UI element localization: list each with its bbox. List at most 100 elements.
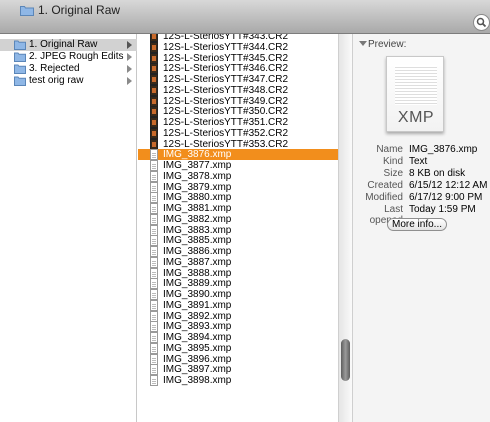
document-file-icon xyxy=(150,181,158,193)
raw-image-file-icon xyxy=(150,106,158,118)
info-key: Kind xyxy=(382,156,403,167)
sidebar-item[interactable]: 1. Original Raw xyxy=(0,39,137,51)
file-name: 12S-L-SteriosYTT#353.CR2 xyxy=(163,138,289,150)
chevron-right-icon xyxy=(127,77,132,85)
document-file-icon xyxy=(150,267,158,279)
document-file-icon xyxy=(150,299,158,311)
sidebar-item-label: 3. Rejected xyxy=(29,63,80,74)
file-row[interactable]: IMG_3877.xmp xyxy=(138,160,338,171)
search-icon[interactable] xyxy=(473,14,490,31)
document-file-icon xyxy=(150,375,158,386)
document-file-icon xyxy=(150,246,158,257)
file-row[interactable]: 12S-L-SteriosYTT#348.CR2 xyxy=(138,84,338,96)
file-name: IMG_3889.xmp xyxy=(163,278,232,290)
file-row[interactable]: 12S-L-SteriosYTT#352.CR2 xyxy=(138,127,338,139)
path-title: 1. Original Raw xyxy=(38,3,121,17)
file-row[interactable]: IMG_3891.xmp xyxy=(138,299,338,311)
document-file-icon xyxy=(150,170,158,182)
file-row[interactable]: IMG_3883.xmp xyxy=(138,224,338,236)
info-key: Size xyxy=(383,168,403,179)
file-name: 12S-L-SteriosYTT#347.CR2 xyxy=(163,74,289,85)
file-name: IMG_3885.xmp xyxy=(163,235,232,247)
scrollbar-thumb[interactable] xyxy=(341,339,350,381)
file-name: IMG_3877.xmp xyxy=(163,160,232,171)
file-row[interactable]: IMG_3881.xmp xyxy=(138,203,338,214)
document-file-icon xyxy=(150,332,158,343)
file-row[interactable]: IMG_3895.xmp xyxy=(138,342,338,354)
document-file-icon xyxy=(150,364,158,376)
file-list-scrollbar[interactable] xyxy=(338,34,353,422)
document-file-icon xyxy=(150,278,158,290)
info-value: Text xyxy=(409,156,428,167)
document-file-icon xyxy=(150,256,158,268)
sidebar-item[interactable]: 3. Rejected xyxy=(0,63,137,75)
file-row[interactable]: 12S-L-SteriosYTT#347.CR2 xyxy=(138,74,338,85)
file-row[interactable]: IMG_3893.xmp xyxy=(138,321,338,333)
file-row[interactable]: IMG_3897.xmp xyxy=(138,364,338,376)
file-row[interactable]: 12S-L-SteriosYTT#350.CR2 xyxy=(138,106,338,118)
file-row[interactable]: IMG_3889.xmp xyxy=(138,278,338,290)
file-row[interactable]: IMG_3885.xmp xyxy=(138,235,338,247)
folder-icon xyxy=(14,76,26,86)
file-name: 12S-L-SteriosYTT#346.CR2 xyxy=(163,63,289,75)
file-row[interactable]: 12S-L-SteriosYTT#349.CR2 xyxy=(138,95,338,107)
file-row[interactable]: IMG_3896.xmp xyxy=(138,353,338,365)
file-name: 12S-L-SteriosYTT#349.CR2 xyxy=(163,95,289,107)
info-key: Name xyxy=(376,144,403,155)
file-row[interactable]: 12S-L-SteriosYTT#344.CR2 xyxy=(138,41,338,53)
chevron-right-icon xyxy=(127,65,132,73)
file-row[interactable]: 12S-L-SteriosYTT#346.CR2 xyxy=(138,63,338,75)
file-name: IMG_3894.xmp xyxy=(163,332,232,343)
file-name: IMG_3892.xmp xyxy=(163,310,232,322)
document-file-icon xyxy=(150,235,158,247)
file-row[interactable]: IMG_3888.xmp xyxy=(138,267,338,279)
file-row[interactable]: IMG_3882.xmp xyxy=(138,213,338,225)
file-name: IMG_3883.xmp xyxy=(163,224,232,236)
preview-disclosure-icon[interactable] xyxy=(359,41,367,46)
raw-image-file-icon xyxy=(150,74,158,85)
file-row[interactable]: 12S-L-SteriosYTT#353.CR2 xyxy=(138,138,338,150)
file-name: IMG_3891.xmp xyxy=(163,299,232,311)
file-name: 12S-L-SteriosYTT#352.CR2 xyxy=(163,127,289,139)
raw-image-file-icon xyxy=(150,95,158,107)
file-name: 12S-L-SteriosYTT#350.CR2 xyxy=(163,106,289,118)
file-row[interactable]: IMG_3887.xmp xyxy=(138,256,338,268)
file-name: 12S-L-SteriosYTT#345.CR2 xyxy=(163,52,289,64)
info-key: Modified xyxy=(365,192,403,203)
file-row[interactable]: IMG_3890.xmp xyxy=(138,289,338,300)
file-row[interactable]: IMG_3892.xmp xyxy=(138,310,338,322)
document-text-lines xyxy=(395,65,437,105)
sidebar-item[interactable]: test orig raw xyxy=(0,75,137,87)
file-row-selected[interactable]: IMG_3876.xmp xyxy=(138,149,338,161)
preview-column: Preview: XMP Name IMG_3876.xmp Kind Text Siz… xyxy=(353,34,490,422)
file-row[interactable]: 12S-L-SteriosYTT#345.CR2 xyxy=(138,52,338,64)
file-name: IMG_3886.xmp xyxy=(163,246,232,257)
file-row[interactable]: IMG_3894.xmp xyxy=(138,332,338,343)
file-row[interactable]: IMG_3880.xmp xyxy=(138,192,338,204)
file-name: IMG_3887.xmp xyxy=(163,256,232,268)
file-name: IMG_3876.xmp xyxy=(163,149,232,161)
xmp-icon-label: XMP xyxy=(397,109,435,126)
file-row[interactable]: IMG_3879.xmp xyxy=(138,181,338,193)
raw-image-file-icon xyxy=(150,84,158,96)
xmp-document-icon: XMP xyxy=(386,56,444,132)
file-row[interactable]: IMG_3886.xmp xyxy=(138,246,338,257)
raw-image-file-icon xyxy=(150,63,158,75)
preview-label: Preview: xyxy=(368,39,407,50)
file-row[interactable]: 12S-L-SteriosYTT#351.CR2 xyxy=(138,117,338,128)
raw-image-file-icon xyxy=(150,127,158,139)
document-file-icon xyxy=(150,353,158,365)
more-info-button[interactable]: More info... xyxy=(387,218,447,231)
sidebar-item[interactable]: 2. JPEG Rough Edits xyxy=(0,51,137,63)
file-name: IMG_3895.xmp xyxy=(163,342,232,354)
file-row[interactable]: IMG_3878.xmp xyxy=(138,170,338,182)
info-value: 6/15/12 12:12 AM xyxy=(409,180,488,191)
folder-icon xyxy=(20,6,34,16)
sidebar-item-label: 1. Original Raw xyxy=(29,39,98,50)
raw-image-file-icon xyxy=(150,52,158,64)
file-name: IMG_3881.xmp xyxy=(163,203,232,214)
sidebar-item-label: test orig raw xyxy=(29,75,84,86)
document-file-icon xyxy=(150,192,158,204)
file-row[interactable]: IMG_3898.xmp xyxy=(138,375,338,386)
folder-icon xyxy=(14,52,26,62)
